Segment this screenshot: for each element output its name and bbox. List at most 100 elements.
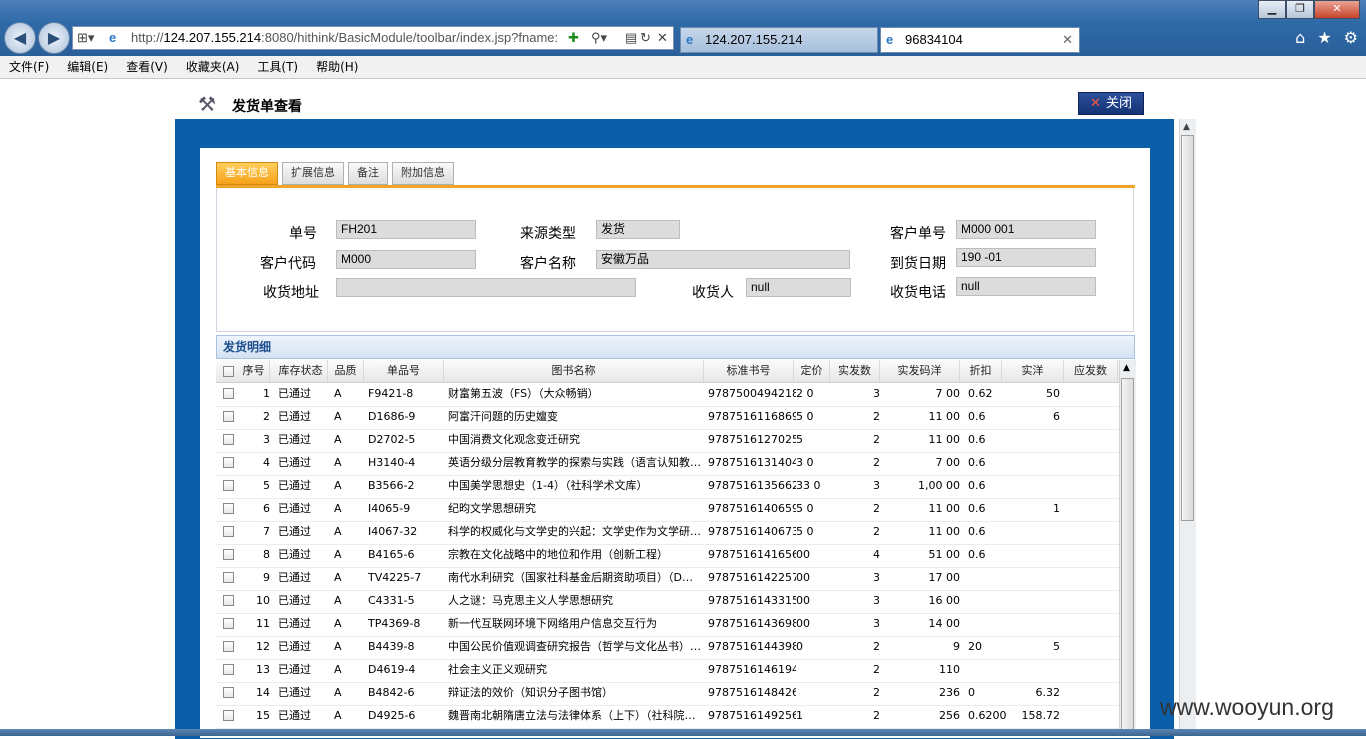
table-row[interactable]: 9 已通过 A TV4225-7 南代水利研究（国家社科基金后期资助项目）（D… 9787…: [216, 567, 1119, 591]
tab-1[interactable]: e 124.207.155.214: [680, 27, 878, 53]
compat-view-icon[interactable]: ▤: [625, 27, 638, 49]
phone-field[interactable]: null: [956, 277, 1096, 296]
search-icon[interactable]: ⚲▾: [591, 27, 608, 49]
address-bar[interactable]: ⊞▾ e http://124.207.155.214:8080/hithink…: [72, 26, 674, 50]
cell-discount: 0.6200: [968, 709, 1007, 722]
col-sku[interactable]: 单品号: [364, 360, 444, 382]
col-qty[interactable]: 实发数: [830, 360, 880, 382]
row-checkbox[interactable]: [223, 411, 234, 422]
col-due[interactable]: 应发数: [1064, 360, 1118, 382]
table-row[interactable]: 3 已通过 A D2702-5 中国消费文化观念变迁研究 9787516127025 5 2 1…: [216, 429, 1119, 453]
table-row[interactable]: 14 已通过 A B4842-6 辩证法的效价（知识分子图书馆） 978751614842…: [216, 682, 1119, 706]
table-row[interactable]: 1 已通过 A F9421-8 财富第五波（FS）（大众畅销） 9787500494218…: [216, 383, 1119, 407]
col-no[interactable]: 序号: [238, 360, 270, 382]
cell-price: 00: [796, 594, 810, 607]
row-checkbox[interactable]: [223, 572, 234, 583]
stop-icon[interactable]: ✕: [657, 27, 668, 49]
menu-view[interactable]: 查看(V): [117, 56, 177, 78]
close-window-button[interactable]: ✕: [1314, 0, 1360, 19]
compat-icon[interactable]: ✚: [568, 27, 579, 49]
table-row[interactable]: 2 已通过 A D1686-9 阿富汗问题的历史嬗变 9787516116869 5 0 2 1…: [216, 406, 1119, 430]
cell-sku: D4619-4: [368, 663, 416, 676]
row-checkbox[interactable]: [223, 618, 234, 629]
customer-order-field[interactable]: M000 001: [956, 220, 1096, 239]
forward-button[interactable]: ▶: [38, 22, 70, 54]
menu-file[interactable]: 文件(F): [0, 56, 58, 78]
cell-gross: 16 00: [928, 594, 961, 607]
customer-name-field[interactable]: 安徽万品: [596, 250, 850, 269]
cell-isbn: 9787516140659: [708, 502, 796, 515]
col-net[interactable]: 实洋: [1002, 360, 1064, 382]
customer-code-label: 客户代码: [260, 256, 316, 272]
source-type-field[interactable]: 发货: [596, 220, 680, 239]
cell-no: 12: [256, 640, 270, 653]
col-status[interactable]: 库存状态: [274, 360, 328, 382]
col-isbn[interactable]: 标准书号: [704, 360, 794, 382]
tab-remarks[interactable]: 备注: [348, 162, 388, 185]
cell-qty: 2: [873, 456, 880, 469]
cell-qty: 4: [873, 548, 880, 561]
menu-tools[interactable]: 工具(T): [248, 56, 307, 78]
row-checkbox[interactable]: [223, 434, 234, 445]
tools-gear-icon[interactable]: ⚙: [1344, 28, 1358, 47]
close-tab-icon[interactable]: ✕: [1062, 28, 1073, 52]
row-checkbox[interactable]: [223, 710, 234, 721]
row-checkbox[interactable]: [223, 503, 234, 514]
grid-scrollbar[interactable]: ▲: [1119, 360, 1136, 736]
page-scrollbar[interactable]: ▲: [1179, 119, 1196, 736]
new-tab-icon[interactable]: ⊞▾: [77, 27, 94, 49]
receiver-label: 收货人: [692, 285, 734, 301]
row-checkbox[interactable]: [223, 549, 234, 560]
row-checkbox[interactable]: [223, 457, 234, 468]
customer-order-label: 客户单号: [890, 226, 946, 242]
table-row[interactable]: 13 已通过 A D4619-4 社会主义正义观研究 9787516146194 2 110: [216, 659, 1119, 683]
page-scroll-thumb[interactable]: [1181, 135, 1194, 521]
menu-favorites[interactable]: 收藏夹(A): [177, 56, 249, 78]
table-row[interactable]: 4 已通过 A H3140-4 英语分级分层教育教学的探索与实践（语言认知教… 97875…: [216, 452, 1119, 476]
scroll-up-icon[interactable]: ▲: [1183, 122, 1190, 132]
col-gross[interactable]: 实发码洋: [880, 360, 960, 382]
col-name[interactable]: 图书名称: [444, 360, 704, 382]
customer-code-field[interactable]: M000: [336, 250, 476, 269]
table-row[interactable]: 8 已通过 A B4165-6 宗教在文化战略中的地位和作用（创新工程） 97875161…: [216, 544, 1119, 568]
refresh-icon[interactable]: ↻: [640, 27, 651, 49]
table-row[interactable]: 5 已通过 A B3566-2 中国美学思想史（1-4）（社科学术文库） 97875161…: [216, 475, 1119, 499]
tab-extended-info[interactable]: 扩展信息: [282, 162, 344, 185]
table-row[interactable]: 7 已通过 A I4067-32 科学的权威化与文学史的兴起：文学史作为文学研… 9787…: [216, 521, 1119, 545]
row-checkbox[interactable]: [223, 641, 234, 652]
close-button[interactable]: ✕ 关闭: [1078, 92, 1144, 115]
arrival-date-field[interactable]: 190 -01: [956, 248, 1096, 267]
table-row[interactable]: 15 已通过 A D4925-6 魏晋南北朝隋唐立法与法律体系（上下）（社科院… 9787…: [216, 705, 1119, 729]
tab-basic-info[interactable]: 基本信息: [216, 162, 278, 185]
table-row[interactable]: 6 已通过 A I4065-9 纪昀文学思想研究 9787516140659 5 0 2 11 …: [216, 498, 1119, 522]
table-row[interactable]: 12 已通过 A B4439-8 中国公民价值观调查研究报告（哲学与文化丛书）… 9787…: [216, 636, 1119, 660]
row-checkbox[interactable]: [223, 480, 234, 491]
grid-scroll-up-icon[interactable]: ▲: [1123, 363, 1130, 373]
row-checkbox[interactable]: [223, 388, 234, 399]
menu-help[interactable]: 帮助(H): [307, 56, 367, 78]
minimize-button[interactable]: ▁: [1258, 0, 1286, 19]
table-row[interactable]: 10 已通过 A C4331-5 人之谜：马克思主义人学思想研究 978751614331…: [216, 590, 1119, 614]
order-no-field[interactable]: FH201: [336, 220, 476, 239]
col-price[interactable]: 定价: [794, 360, 830, 382]
home-icon[interactable]: ⌂: [1295, 28, 1305, 47]
col-discount[interactable]: 折扣: [960, 360, 1002, 382]
table-row[interactable]: 11 已通过 A TP4369-8 新一代互联网环境下网络用户信息交互行为 9787516…: [216, 613, 1119, 637]
favorites-star-icon[interactable]: ★: [1317, 28, 1331, 47]
receiver-field[interactable]: null: [746, 278, 851, 297]
grid-scroll-thumb[interactable]: [1121, 378, 1134, 736]
tab-additional-info[interactable]: 附加信息: [392, 162, 454, 185]
row-checkbox[interactable]: [223, 595, 234, 606]
tab-2[interactable]: e 96834104 ✕: [880, 27, 1080, 53]
maximize-button[interactable]: ❐: [1286, 0, 1314, 19]
back-button[interactable]: ◀: [4, 22, 36, 54]
menu-edit[interactable]: 编辑(E): [58, 56, 117, 78]
address-field[interactable]: [336, 278, 636, 297]
select-all-checkbox[interactable]: [223, 366, 234, 377]
row-checkbox[interactable]: [223, 664, 234, 675]
cell-discount: 0.62: [968, 387, 993, 400]
row-checkbox[interactable]: [223, 687, 234, 698]
col-quality[interactable]: 品质: [328, 360, 364, 382]
row-checkbox[interactable]: [223, 526, 234, 537]
menu-bar: 文件(F) 编辑(E) 查看(V) 收藏夹(A) 工具(T) 帮助(H): [0, 56, 1366, 79]
